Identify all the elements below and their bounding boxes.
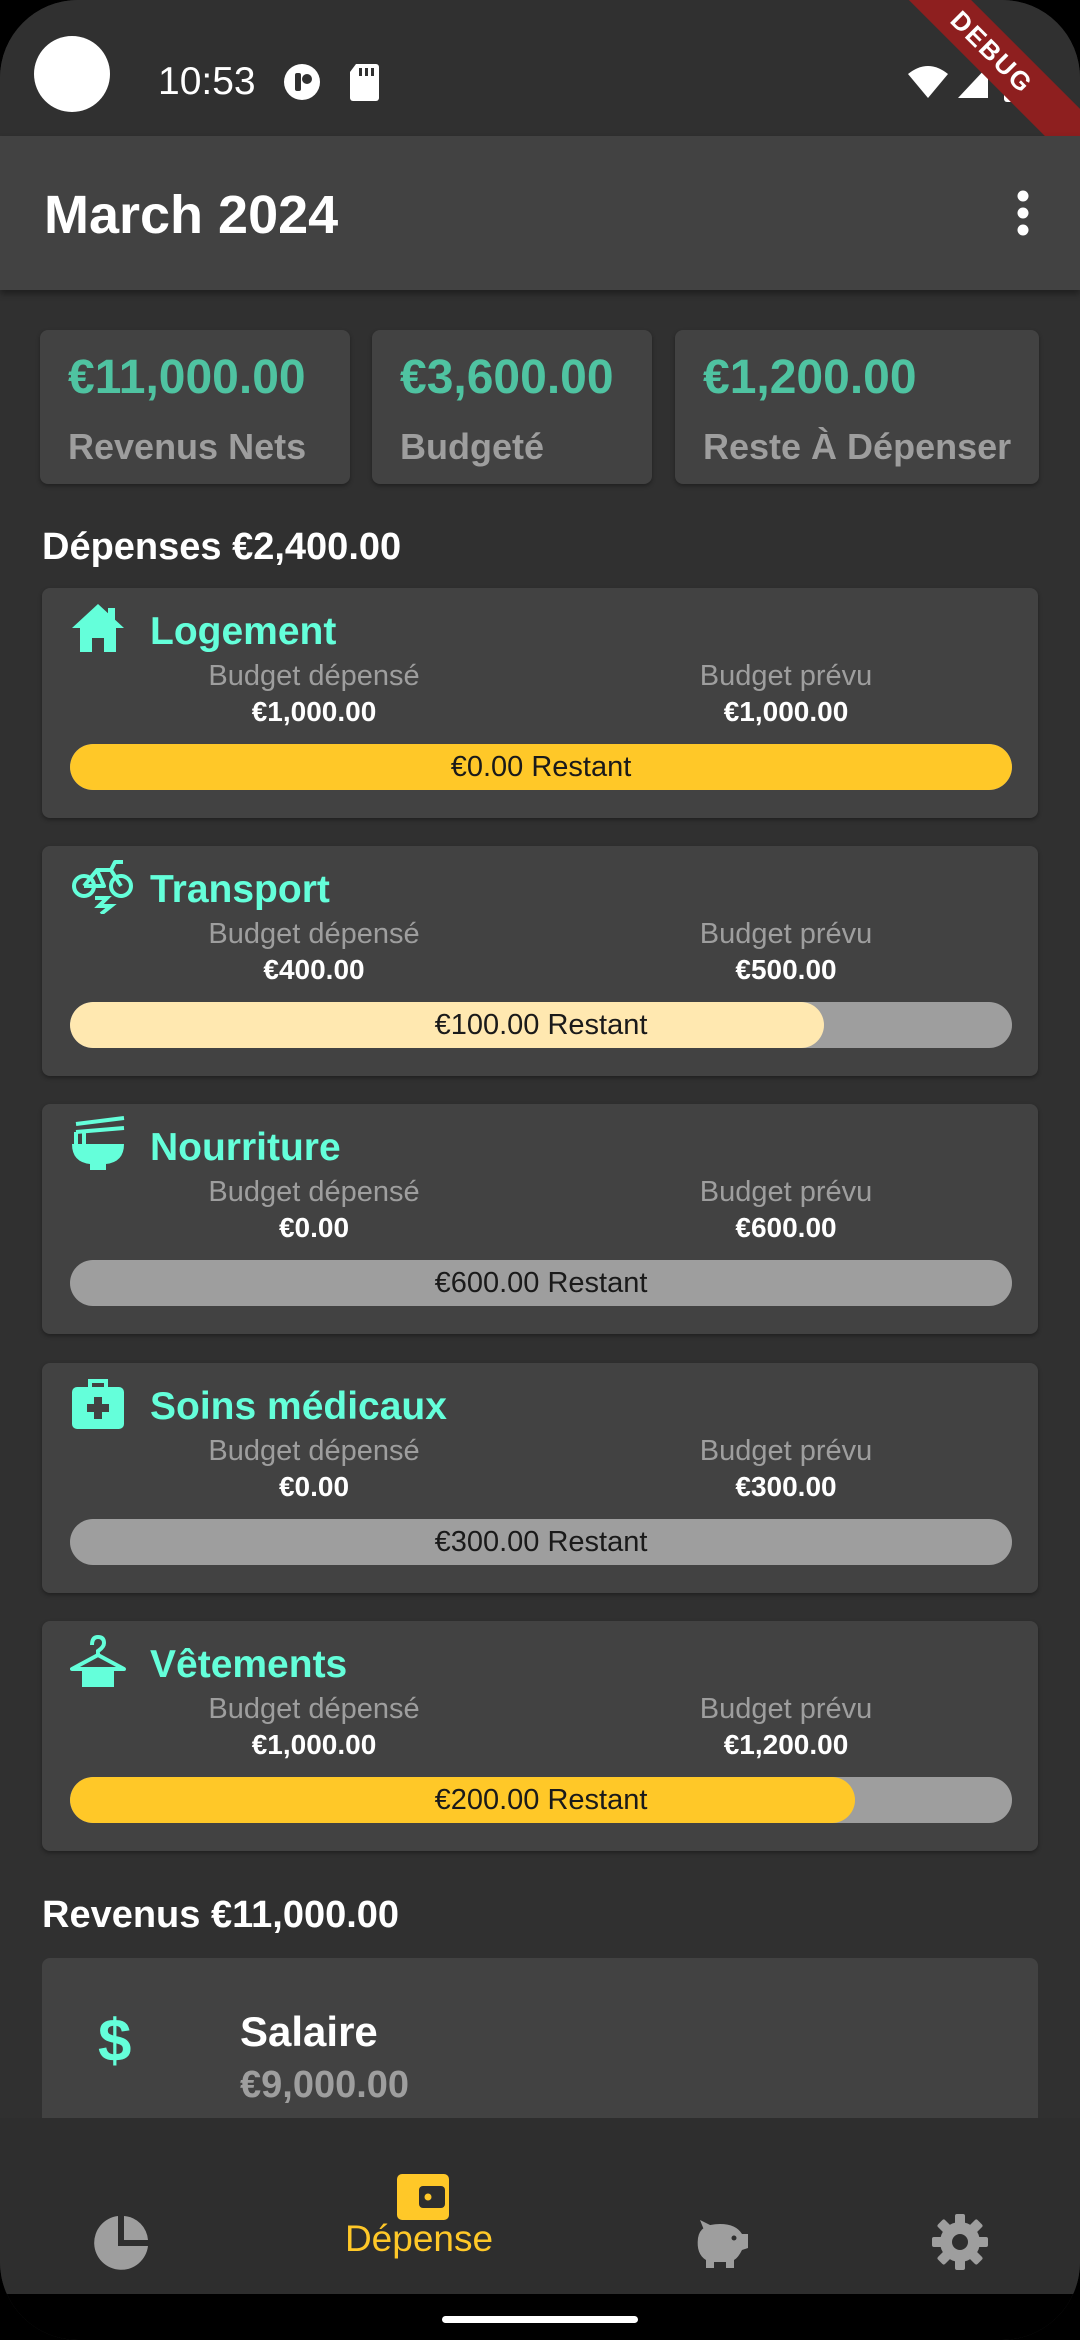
noodle-bowl-icon — [72, 1116, 125, 1170]
nav-item-settings[interactable] — [860, 2118, 1060, 2294]
expense-card-nourriture[interactable]: Nourriture Budget dépensé €0.00 Budget p… — [42, 1104, 1038, 1334]
income-name: Salaire — [240, 2008, 378, 2055]
planned-label: Budget prévu — [699, 1435, 873, 1467]
planned-value: €1,000.00 — [723, 696, 849, 727]
app-screen: 10:53 DEBUG March 2024 €11,000.00 Revenu… — [0, 0, 1080, 2340]
spent-value: €0.00 — [278, 1212, 350, 1243]
planned-label: Budget prévu — [699, 918, 873, 950]
budget-progress-bar: €200.00 Restant — [70, 1777, 1012, 1823]
hanger-icon — [70, 1634, 126, 1687]
income-section-title: Revenus €11,000.00 — [42, 1894, 400, 1936]
expense-name: Transport — [150, 868, 330, 911]
summary-amount: €3,600.00 — [400, 351, 614, 404]
status-time: 10:53 — [158, 60, 256, 103]
summary-card-left-to-spend: €1,200.00 Reste À Dépenser — [675, 330, 1039, 484]
more-vert-icon[interactable] — [1008, 188, 1038, 238]
planned-value: €300.00 — [735, 1471, 837, 1502]
planned-value: €600.00 — [735, 1212, 837, 1243]
planned-label: Budget prévu — [699, 660, 873, 692]
budget-progress-bar: €100.00 Restant — [70, 1002, 1012, 1048]
planned-label: Budget prévu — [699, 1176, 873, 1208]
nav-item-savings[interactable] — [620, 2118, 820, 2294]
spent-value: €400.00 — [263, 954, 365, 985]
planned-value: €500.00 — [735, 954, 837, 985]
expense-card-logement[interactable]: Logement Budget dépensé €1,000.00 Budget… — [42, 588, 1038, 818]
wifi-icon — [908, 66, 948, 98]
medical-kit-icon — [72, 1379, 124, 1429]
spent-label: Budget dépensé — [208, 1435, 420, 1467]
home-indicator[interactable] — [442, 2316, 638, 2323]
spent-label: Budget dépensé — [208, 1693, 420, 1725]
pie-chart-icon — [94, 2216, 148, 2270]
spent-value: €0.00 — [278, 1471, 350, 1502]
page-title: March 2024 — [44, 185, 339, 245]
nav-label: Dépense — [344, 2218, 494, 2259]
planned-value: €1,200.00 — [723, 1729, 849, 1760]
sd-card-icon — [350, 64, 379, 101]
remaining-text: €100.00 Restant — [434, 1009, 648, 1041]
budget-progress-bar: €300.00 Restant — [70, 1519, 1012, 1565]
spent-value: €1,000.00 — [251, 696, 377, 727]
expense-card-vetements[interactable]: Vêtements Budget dépensé €1,000.00 Budge… — [42, 1621, 1038, 1851]
remaining-text: €0.00 Restant — [450, 751, 632, 783]
summary-label: Budgeté — [400, 426, 544, 467]
expense-card-transport[interactable]: Transport Budget dépensé €400.00 Budget … — [42, 846, 1038, 1076]
summary-card-net-income: €11,000.00 Revenus Nets — [40, 330, 350, 484]
bike-icon — [72, 860, 133, 914]
status-bar: 10:53 DEBUG — [0, 0, 1080, 174]
piggy-bank-icon — [697, 2220, 748, 2268]
summary-label: Revenus Nets — [68, 426, 307, 467]
income-card-salaire[interactable]: $ Salaire €9,000.00 — [42, 1958, 1038, 2118]
summary-amount: €1,200.00 — [703, 351, 917, 404]
planned-label: Budget prévu — [699, 1693, 873, 1725]
income-amount: €9,000.00 — [240, 2064, 410, 2106]
expense-name: Nourriture — [150, 1126, 341, 1169]
expense-name: Vêtements — [150, 1643, 348, 1686]
summary-amount: €11,000.00 — [68, 351, 306, 404]
spent-value: €1,000.00 — [251, 1729, 377, 1760]
gear-icon — [932, 2214, 988, 2270]
expense-name: Logement — [150, 610, 337, 653]
budget-progress-bar: €600.00 Restant — [70, 1260, 1012, 1306]
nav-item-overview[interactable] — [20, 2118, 220, 2294]
house-icon — [72, 604, 124, 652]
expense-name: Soins médicaux — [150, 1385, 447, 1428]
summary-card-budgeted: €3,600.00 Budgeté — [372, 330, 652, 484]
app-notification-icon — [284, 64, 320, 100]
budget-progress-bar: €0.00 Restant — [70, 744, 1012, 790]
summary-label: Reste À Dépenser — [703, 426, 1012, 467]
camera-cutout — [34, 36, 110, 112]
dollar-icon: $ — [98, 2007, 132, 2074]
expense-card-soins-medicaux[interactable]: Soins médicaux Budget dépensé €0.00 Budg… — [42, 1363, 1038, 1593]
bottom-navigation: Dépense — [0, 2118, 1080, 2294]
app-bar: March 2024 — [0, 136, 1080, 290]
nav-item-expenses[interactable]: Dépense — [319, 2118, 519, 2294]
remaining-text: €300.00 Restant — [434, 1526, 648, 1558]
remaining-text: €200.00 Restant — [434, 1784, 648, 1816]
spent-label: Budget dépensé — [208, 918, 420, 950]
expenses-section-title: Dépenses €2,400.00 — [42, 526, 402, 568]
wallet-icon — [397, 2174, 449, 2220]
spent-label: Budget dépensé — [208, 660, 420, 692]
remaining-text: €600.00 Restant — [434, 1267, 648, 1299]
spent-label: Budget dépensé — [208, 1176, 420, 1208]
